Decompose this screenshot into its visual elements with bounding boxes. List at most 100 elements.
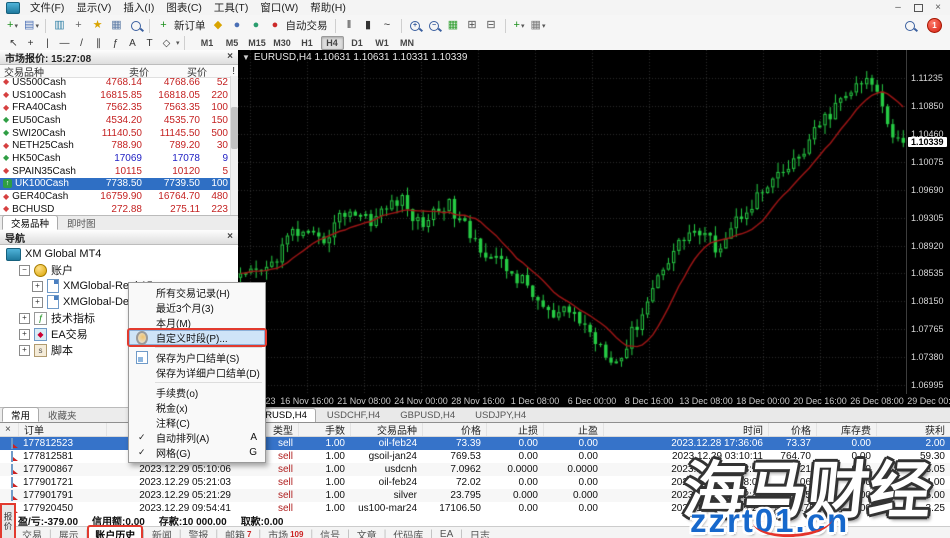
menu-tools[interactable]: 工具(T) <box>208 0 254 15</box>
menu-help[interactable]: 帮助(H) <box>304 0 352 15</box>
indicators-dropdown-icon[interactable]: +▾ <box>511 17 528 34</box>
horizontal-line-tool-icon[interactable]: — <box>57 37 72 49</box>
chart-area[interactable]: ▼ EURUSD,H4 1.10631 1.10631 1.10331 1.10… <box>238 50 950 407</box>
new-order-label[interactable]: 新订单 <box>174 18 206 33</box>
arrange-vertical-icon[interactable]: ⊟ <box>483 17 500 34</box>
collapse-icon[interactable]: − <box>19 265 30 276</box>
timeframe-h4[interactable]: H4 <box>321 36 344 50</box>
chart-menu-icon[interactable]: ▼ <box>242 53 250 62</box>
expand-icon[interactable]: + <box>19 345 30 356</box>
history-col-0[interactable]: 订单 <box>18 423 106 436</box>
search-icon[interactable] <box>901 17 918 34</box>
history-col-11[interactable]: 获利 <box>876 423 950 436</box>
crosshair-tool-icon[interactable]: + <box>23 37 38 49</box>
history-col-10[interactable]: 库存费 <box>816 423 876 436</box>
terminal-tab-6[interactable]: 市场109 <box>262 527 309 538</box>
expand-icon[interactable]: + <box>32 281 43 292</box>
expand-icon[interactable]: + <box>19 329 30 340</box>
zoom-in-icon[interactable]: + <box>407 17 424 34</box>
web-icon[interactable]: ● <box>248 17 265 34</box>
notifications-icon[interactable]: 1 <box>927 18 942 33</box>
market-watch-row[interactable]: ◆US100Cash16815.8516818.05220 <box>0 89 231 102</box>
market-watch-row[interactable]: ◆BCHUSD272.88275.11223 <box>0 203 231 216</box>
close-button[interactable]: × <box>932 2 944 13</box>
dropdown-arrow-icon[interactable]: ▾ <box>176 39 180 47</box>
market-watch-tab-1[interactable]: 即时图 <box>58 215 105 230</box>
context-menu-item[interactable]: 保存为户口结单(S) <box>129 350 265 365</box>
dropdown-arrow-icon[interactable]: ▾ <box>14 22 18 30</box>
market-watch-icon[interactable]: ▥ <box>51 17 68 34</box>
context-menu-item[interactable]: ✓网格(G)G <box>129 445 265 460</box>
context-menu-item[interactable]: 所有交易记录(H) <box>129 285 265 300</box>
cursor-tool-icon[interactable]: ↖ <box>6 37 21 49</box>
autotrading-icon[interactable]: ● <box>267 17 284 34</box>
market-watch-row[interactable]: ◆SWI20Cash11140.5011145.50500 <box>0 127 231 140</box>
candle-chart-icon[interactable]: ▮ <box>360 17 377 34</box>
menu-window[interactable]: 窗口(W) <box>254 0 304 15</box>
new-chart-icon[interactable]: +▾ <box>4 17 21 34</box>
data-window-icon[interactable]: + <box>70 17 87 34</box>
metaeditor-icon[interactable]: ◆ <box>210 17 227 34</box>
terminal-tab-9[interactable]: 代码库 <box>387 527 429 538</box>
chart-tab-usdjpy-h4[interactable]: USDJPY,H4 <box>466 408 535 423</box>
market-watch-row[interactable]: ↑UK100Cash7738.507739.50100 <box>0 178 231 191</box>
chart-tab-usdchf-h4[interactable]: USDCHF,H4 <box>318 408 389 423</box>
history-col-5[interactable]: 价格 <box>422 423 486 436</box>
vertical-line-tool-icon[interactable]: | <box>40 37 55 49</box>
strategy-tester-icon[interactable] <box>127 17 144 34</box>
timeframe-m5[interactable]: M5 <box>221 36 244 50</box>
expand-icon[interactable]: + <box>32 297 43 308</box>
context-menu-item[interactable]: 注释(C) <box>129 415 265 430</box>
channel-tool-icon[interactable]: ∥ <box>91 37 106 49</box>
timeframe-d1[interactable]: D1 <box>346 36 369 50</box>
market-watch-row[interactable]: ◆HK50Cash17069170789 <box>0 152 231 165</box>
market-watch-row[interactable]: ◆GER40Cash16759.9016764.70480 <box>0 190 231 203</box>
dropdown-arrow-icon[interactable]: ▾ <box>521 22 525 30</box>
tree-item[interactable]: −账户 <box>0 262 238 278</box>
navigator-icon[interactable]: ★ <box>89 17 106 34</box>
terminal-tab-5[interactable]: 邮箱7 <box>219 527 257 538</box>
timeframe-m1[interactable]: M1 <box>196 36 219 50</box>
menu-charts[interactable]: 图表(C) <box>160 0 208 15</box>
menu-insert[interactable]: 插入(I) <box>117 0 160 15</box>
context-menu-item[interactable]: 本月(M) <box>129 315 265 330</box>
history-col-7[interactable]: 止盈 <box>543 423 603 436</box>
shapes-tool-icon[interactable]: ◇ <box>159 37 174 49</box>
minimize-button[interactable]: – <box>892 2 904 13</box>
terminal-tab-0[interactable]: 交易 <box>16 527 48 538</box>
market-watch-tab-0[interactable]: 交易品种 <box>2 215 58 230</box>
terminal-tab-3[interactable]: 新闻 <box>146 527 178 538</box>
timeframe-mn[interactable]: MN <box>396 36 419 50</box>
navigator-close-icon[interactable]: × <box>227 232 233 242</box>
history-col-4[interactable]: 交易品种 <box>350 423 422 436</box>
bar-chart-icon[interactable]: ‖ <box>341 17 358 34</box>
history-col-8[interactable]: 时间 <box>603 423 768 436</box>
market-watch-row[interactable]: ◆NETH25Cash788.90789.2030 <box>0 139 231 152</box>
terminal-tab-7[interactable]: 信号 <box>314 527 346 538</box>
autotrading-label[interactable]: 自动交易 <box>286 18 328 33</box>
history-col-9[interactable]: 价格 <box>768 423 816 436</box>
timeframe-h1[interactable]: H1 <box>296 36 319 50</box>
market-watch-row[interactable]: ◆FRA40Cash7562.357563.35100 <box>0 101 231 114</box>
menu-view[interactable]: 显示(V) <box>70 0 117 15</box>
profiles-icon[interactable]: ▤▾ <box>23 17 40 34</box>
periods-dropdown-icon[interactable]: ▦▾ <box>530 17 547 34</box>
dropdown-arrow-icon[interactable]: ▾ <box>35 22 39 30</box>
dropdown-arrow-icon[interactable]: ▾ <box>542 22 546 30</box>
context-menu-item[interactable]: 保存为详细户口结单(D) <box>129 365 265 380</box>
label-tool-icon[interactable]: T <box>142 37 157 49</box>
terminal-tab-4[interactable]: 警报 <box>182 527 214 538</box>
line-chart-icon[interactable]: ~ <box>379 17 396 34</box>
navigator-tab-0[interactable]: 常用 <box>2 407 39 422</box>
zoom-out-icon[interactable]: − <box>426 17 443 34</box>
terminal-tab-2[interactable]: 账户历史 <box>89 527 141 538</box>
navigator-tab-1[interactable]: 收藏夹 <box>39 407 86 422</box>
chart-tab-gbpusd-h4[interactable]: GBPUSD,H4 <box>391 408 464 423</box>
terminal-tab-8[interactable]: 文章 <box>351 527 383 538</box>
timeframe-m15[interactable]: M15 <box>246 36 269 50</box>
tile-windows-icon[interactable]: ▦ <box>445 17 462 34</box>
trendline-tool-icon[interactable]: / <box>74 37 89 49</box>
terminal-close-icon[interactable]: × <box>0 423 18 436</box>
context-menu-item[interactable]: 手续费(o) <box>129 385 265 400</box>
tree-item[interactable]: XM Global MT4 <box>0 246 238 262</box>
